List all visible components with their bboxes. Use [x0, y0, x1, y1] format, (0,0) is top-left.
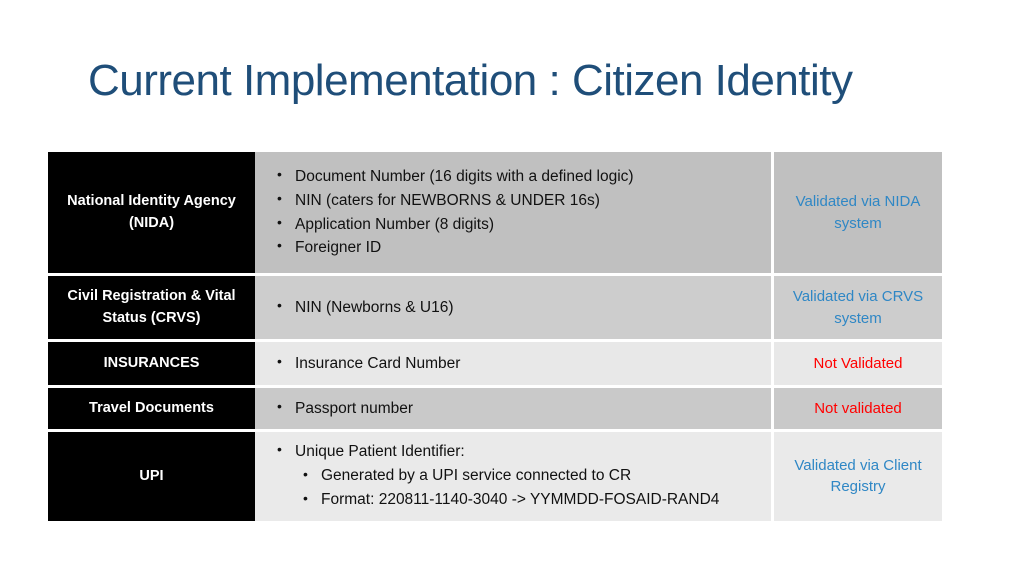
- agency-cell: Travel Documents: [48, 388, 255, 432]
- list-item: Foreigner ID: [269, 235, 761, 260]
- agency-cell: Civil Registration & Vital Status (CRVS): [48, 276, 255, 342]
- page-title: Current Implementation : Citizen Identit…: [88, 56, 853, 105]
- list-item-label: Unique Patient Identifier:: [295, 443, 465, 460]
- agency-cell: National Identity Agency (NIDA): [48, 152, 255, 276]
- list-item: Insurance Card Number: [269, 351, 761, 376]
- list-item: Document Number (16 digits with a define…: [269, 164, 761, 189]
- list-item: Generated by a UPI service connected to …: [295, 463, 761, 488]
- agency-cell: UPI: [48, 432, 255, 521]
- identifier-list: Document Number (16 digits with a define…: [269, 164, 761, 260]
- slide-canvas: Current Implementation : Citizen Identit…: [0, 0, 1024, 576]
- table-row: National Identity Agency (NIDA) Document…: [48, 152, 942, 276]
- list-item: Passport number: [269, 396, 761, 421]
- status-badge: Not validated: [774, 388, 942, 432]
- list-item: Unique Patient Identifier: Generated by …: [269, 439, 761, 513]
- list-item: NIN (caters for NEWBORNS & UNDER 16s): [269, 188, 761, 213]
- table-row: UPI Unique Patient Identifier: Generated…: [48, 432, 942, 521]
- table-row: Travel Documents Passport number Not val…: [48, 388, 942, 432]
- status-badge: Validated via Client Registry: [774, 432, 942, 521]
- table-row: Civil Registration & Vital Status (CRVS)…: [48, 276, 942, 342]
- status-badge: Not Validated: [774, 342, 942, 388]
- identifiers-cell: Unique Patient Identifier: Generated by …: [255, 432, 774, 521]
- agency-cell: INSURANCES: [48, 342, 255, 388]
- identifiers-cell: NIN (Newborns & U16): [255, 276, 774, 342]
- identifiers-cell: Document Number (16 digits with a define…: [255, 152, 774, 276]
- list-item: Format: 220811-1140-3040 -> YYMMDD-FOSAI…: [295, 487, 761, 512]
- identifiers-cell: Passport number: [255, 388, 774, 432]
- identifier-list: NIN (Newborns & U16): [269, 295, 761, 320]
- table-row: INSURANCES Insurance Card Number Not Val…: [48, 342, 942, 388]
- identifier-list: Insurance Card Number: [269, 351, 761, 376]
- sub-identifier-list: Generated by a UPI service connected to …: [295, 463, 761, 513]
- identifiers-cell: Insurance Card Number: [255, 342, 774, 388]
- status-badge: Validated via CRVS system: [774, 276, 942, 342]
- identifier-list: Passport number: [269, 396, 761, 421]
- identifier-list: Unique Patient Identifier: Generated by …: [269, 439, 761, 513]
- status-badge: Validated via NIDA system: [774, 152, 942, 276]
- list-item: Application Number (8 digits): [269, 212, 761, 237]
- list-item: NIN (Newborns & U16): [269, 295, 761, 320]
- citizen-identity-table: National Identity Agency (NIDA) Document…: [48, 152, 942, 521]
